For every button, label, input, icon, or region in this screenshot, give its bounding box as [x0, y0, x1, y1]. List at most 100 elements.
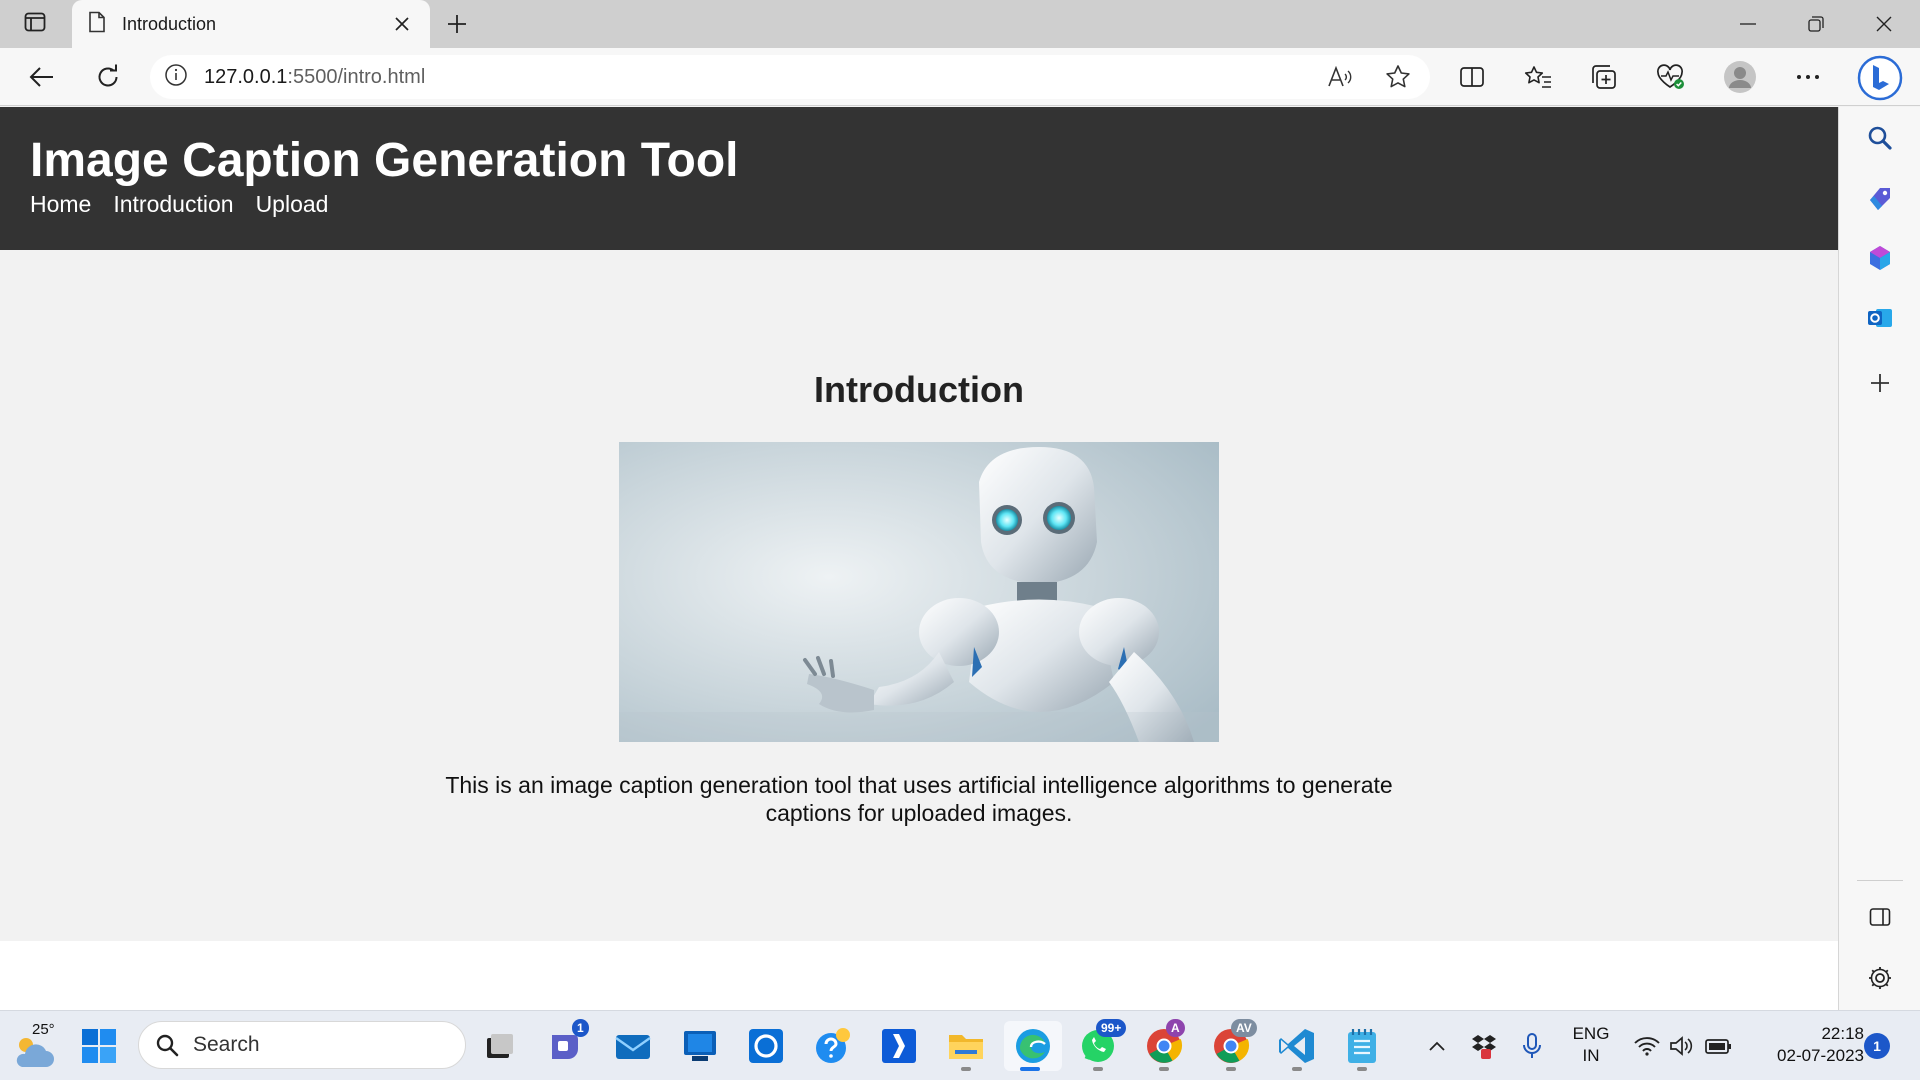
tools-icon	[1870, 188, 1890, 210]
sidebar-add-button[interactable]	[1859, 362, 1901, 404]
close-icon	[395, 17, 409, 31]
taskbar-app-unknown[interactable]	[873, 1021, 925, 1071]
edge-sidebar	[1838, 107, 1920, 1010]
bing-chat-button[interactable]	[1856, 54, 1904, 102]
favorite-button[interactable]	[1380, 59, 1416, 95]
add-icon	[1871, 374, 1889, 392]
app-icon	[882, 1029, 916, 1063]
sidebar-office-button[interactable]	[1859, 237, 1901, 279]
intro-description: This is an image caption generation tool…	[445, 772, 1393, 826]
back-icon	[29, 67, 53, 87]
taskbar-app-teams[interactable]: 1	[540, 1019, 592, 1071]
taskbar-app-chrome-profile-av[interactable]: AV	[1205, 1019, 1257, 1071]
running-indicator	[1226, 1067, 1236, 1071]
windows-taskbar: 25° Search 1 99+ A AV ENG IN 22:18 02-07…	[0, 1010, 1920, 1080]
robot-image	[619, 442, 1219, 742]
edge-icon	[1016, 1029, 1050, 1063]
favorites-icon	[1524, 66, 1551, 88]
taskbar-app-chrome-profile-a[interactable]: A	[1138, 1019, 1190, 1071]
language-indicator[interactable]: ENG IN	[1564, 1023, 1618, 1067]
info-icon[interactable]	[164, 63, 188, 92]
search-label: Search	[193, 1033, 260, 1056]
system-clock[interactable]: 22:18 02-07-2023	[1748, 1023, 1864, 1067]
taskbar-app-whatsapp[interactable]: 99+	[1072, 1019, 1127, 1071]
browser-tab[interactable]: Introduction	[72, 0, 430, 48]
minimize-icon	[1740, 23, 1756, 25]
site-header: Image Caption Generation Tool Home Intro…	[0, 107, 1838, 250]
taskbar-app-edge[interactable]	[1004, 1021, 1062, 1071]
taskbar-app-mail[interactable]	[607, 1021, 659, 1071]
store-icon	[684, 1031, 716, 1061]
close-window-button[interactable]	[1850, 0, 1918, 48]
tray-microphone[interactable]	[1518, 1021, 1546, 1071]
address-bar[interactable]: 127.0.0.1:5500/intro.html	[150, 55, 1430, 99]
nav-link-introduction[interactable]: Introduction	[113, 191, 233, 218]
chevron-up-icon	[1429, 1041, 1445, 1051]
help-icon	[816, 1028, 850, 1063]
read-aloud-button[interactable]	[1322, 59, 1358, 95]
close-tab-button[interactable]	[388, 10, 416, 38]
settings-icon	[1869, 967, 1891, 989]
profile-button[interactable]	[1720, 57, 1760, 97]
cortana-icon	[749, 1029, 783, 1063]
collections-button[interactable]	[1584, 57, 1624, 97]
back-button[interactable]	[22, 57, 62, 97]
tab-title: Introduction	[122, 13, 217, 34]
refresh-button[interactable]	[88, 57, 128, 97]
new-tab-button[interactable]	[440, 8, 474, 40]
taskbar-app-vscode[interactable]	[1271, 1021, 1323, 1071]
running-indicator	[1020, 1067, 1040, 1071]
taskbar-app-cortana[interactable]	[740, 1021, 792, 1071]
sidebar-separator	[1857, 880, 1903, 881]
temperature: 25°	[32, 1021, 55, 1038]
tab-actions-button[interactable]	[12, 8, 58, 40]
tray-volume[interactable]	[1666, 1021, 1696, 1071]
tray-battery[interactable]	[1702, 1021, 1736, 1071]
weather-widget[interactable]: 25°	[10, 1021, 62, 1071]
taskbar-app-store[interactable]	[674, 1021, 726, 1071]
page-bottom-area	[0, 941, 1838, 1010]
split-screen-button[interactable]	[1452, 57, 1492, 97]
notification-center-button[interactable]: 1	[1864, 1033, 1890, 1059]
search-icon	[156, 1034, 179, 1057]
tray-wifi[interactable]	[1632, 1021, 1662, 1071]
taskbar-app-help[interactable]	[807, 1021, 859, 1071]
sidebar-settings-button[interactable]	[1859, 957, 1901, 999]
restore-button[interactable]	[1782, 0, 1850, 48]
wifi-icon	[1634, 1037, 1660, 1056]
taskbar-app-notepad[interactable]	[1336, 1021, 1388, 1071]
favorites-button[interactable]	[1518, 57, 1558, 97]
show-hidden-icons-button[interactable]	[1422, 1021, 1452, 1071]
page-viewport: Image Caption Generation Tool Home Intro…	[0, 107, 1838, 1010]
sidebar-outlook-button[interactable]	[1859, 297, 1901, 339]
taskbar-app-file-explorer[interactable]	[940, 1021, 992, 1071]
read-aloud-icon	[1328, 66, 1352, 87]
taskbar-search[interactable]: Search	[138, 1021, 466, 1069]
sidebar-tools-button[interactable]	[1859, 177, 1901, 219]
browser-toolbar: 127.0.0.1:5500/intro.html	[0, 48, 1920, 106]
hide-sidebar-button[interactable]	[1859, 896, 1901, 938]
minimize-button[interactable]	[1714, 0, 1782, 48]
chrome-profile-badge: A	[1166, 1019, 1185, 1037]
start-button[interactable]	[73, 1021, 125, 1071]
page-icon	[88, 11, 106, 38]
sidebar-search-button[interactable]	[1859, 117, 1901, 159]
url-text[interactable]: 127.0.0.1:5500/intro.html	[204, 66, 1300, 89]
bing-icon	[1857, 55, 1903, 101]
browser-essentials-icon	[1657, 64, 1684, 89]
page-heading: Introduction	[814, 369, 1024, 410]
task-view-button[interactable]	[473, 1021, 525, 1071]
whatsapp-badge: 99+	[1096, 1019, 1127, 1037]
running-indicator	[1292, 1067, 1302, 1071]
tab-actions-icon	[24, 12, 46, 37]
restore-icon	[1808, 16, 1824, 32]
region-code: IN	[1582, 1046, 1600, 1065]
nav-link-upload[interactable]: Upload	[256, 191, 329, 218]
profile-icon	[1724, 61, 1756, 93]
nav-link-home[interactable]: Home	[30, 191, 91, 218]
browser-essentials-button[interactable]	[1650, 57, 1690, 97]
settings-and-more-button[interactable]	[1788, 57, 1828, 97]
dropbox-icon	[1472, 1035, 1496, 1059]
tray-dropbox[interactable]	[1468, 1021, 1500, 1071]
chrome-profile-badge: AV	[1231, 1019, 1257, 1037]
